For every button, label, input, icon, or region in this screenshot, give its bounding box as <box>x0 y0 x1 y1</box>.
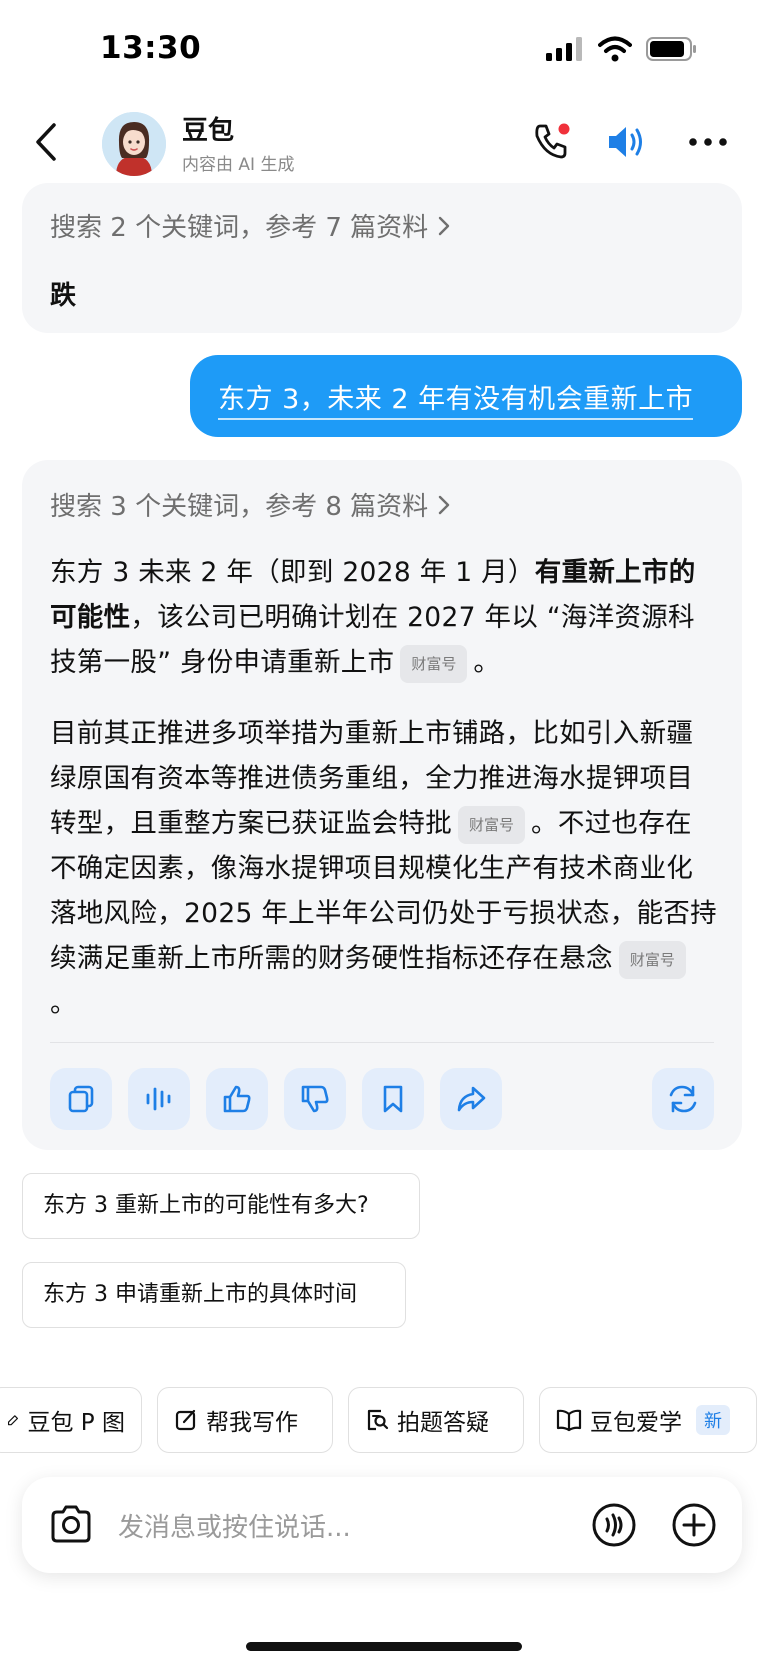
camera-button[interactable] <box>46 1499 96 1549</box>
search-sources-link[interactable]: 搜索 3 个关键词，参考 8 篇资料 <box>50 486 450 523</box>
shortcut-chips: 豆包 P 图 帮我写作 拍题答疑 豆包爱学 新 <box>0 1387 768 1453</box>
more-dots-icon <box>689 138 727 146</box>
chevron-right-icon <box>438 495 450 514</box>
copy-button[interactable] <box>50 1068 112 1130</box>
answer-text-span: 东方 3 未来 2 年（即到 2028 年 1 月） <box>50 557 535 588</box>
suggested-question[interactable]: 东方 3 申请重新上市的具体时间 <box>22 1262 406 1328</box>
shortcut-image-edit[interactable]: 豆包 P 图 <box>0 1387 142 1453</box>
bookmark-icon <box>383 1085 403 1113</box>
phone-icon <box>535 123 570 159</box>
back-button[interactable] <box>26 118 66 166</box>
voice-call-button[interactable] <box>590 1501 638 1549</box>
status-bar: 13:30 <box>0 0 768 100</box>
camera-icon <box>51 1505 91 1543</box>
speaker-button[interactable] <box>605 120 649 164</box>
shortcut-label: 帮我写作 <box>206 1410 298 1436</box>
source-tag[interactable]: 财富号 <box>458 805 526 844</box>
edit-pen-icon <box>175 1409 196 1431</box>
bookmark-button[interactable] <box>362 1068 424 1130</box>
shortcut-label: 豆包 P 图 <box>27 1410 126 1436</box>
new-badge: 新 <box>696 1405 730 1435</box>
status-time: 13:30 <box>100 30 202 66</box>
answer-paragraph: 目前其正推进多项举措为重新上市铺路，比如引入新疆绿原国有资本等推进债务重组，全力… <box>50 711 718 1026</box>
chevron-left-icon <box>36 123 56 161</box>
assistant-reply-text: 跌 <box>50 281 77 311</box>
shortcut-label: 拍题答疑 <box>397 1410 489 1436</box>
like-button[interactable] <box>206 1068 268 1130</box>
battery-icon <box>646 37 696 61</box>
refresh-icon <box>669 1085 697 1113</box>
assistant-message-card: 搜索 2 个关键词，参考 7 篇资料 跌 <box>22 183 742 333</box>
answer-paragraph: 东方 3 未来 2 年（即到 2028 年 1 月）有重新上市的可能性，该公司已… <box>50 550 718 685</box>
answer-text-span: ，该公司已明确计划在 2027 年以 “海洋资源科技第一股” 身份申请重新上市 <box>50 602 695 678</box>
wifi-icon <box>598 36 632 62</box>
copy-icon <box>68 1085 94 1113</box>
speaker-volume-icon <box>609 127 642 157</box>
chat-header: 豆包 内容由 AI 生成 <box>0 100 768 184</box>
home-indicator <box>246 1642 522 1651</box>
phone-call-button[interactable] <box>530 120 574 164</box>
answer-text-span: 。 <box>50 988 77 1019</box>
shortcut-writing[interactable]: 帮我写作 <box>157 1387 333 1453</box>
voice-wave-icon <box>146 1087 171 1111</box>
thumbs-up-icon <box>223 1085 251 1113</box>
thumbs-down-icon <box>301 1085 329 1113</box>
share-button[interactable] <box>440 1068 502 1130</box>
assistant-answer-card: 搜索 3 个关键词，参考 8 篇资料 东方 3 未来 2 年（即到 2028 年… <box>22 460 742 1150</box>
avatar-portrait-icon <box>102 112 166 176</box>
suggested-question[interactable]: 东方 3 重新上市的可能性有多大? <box>22 1173 420 1239</box>
search-sources-link[interactable]: 搜索 2 个关键词，参考 7 篇资料 <box>50 207 450 244</box>
more-attachments-button[interactable] <box>670 1501 718 1549</box>
open-book-icon <box>556 1409 582 1432</box>
chevron-right-icon <box>438 216 450 235</box>
source-tag[interactable]: 财富号 <box>400 644 468 683</box>
ai-disclaimer: 内容由 AI 生成 <box>182 155 295 175</box>
dislike-button[interactable] <box>284 1068 346 1130</box>
shortcut-photo-question[interactable]: 拍题答疑 <box>348 1387 524 1453</box>
answer-text: 东方 3 未来 2 年（即到 2028 年 1 月）有重新上市的可能性，该公司已… <box>50 550 718 1026</box>
plus-circle-icon <box>672 1503 716 1547</box>
cellular-signal-icon <box>546 37 582 61</box>
bot-name[interactable]: 豆包 <box>182 110 234 147</box>
scan-search-icon <box>367 1409 389 1431</box>
more-options-button[interactable] <box>686 120 730 164</box>
read-aloud-button[interactable] <box>128 1068 190 1130</box>
share-icon <box>457 1086 486 1112</box>
search-summary-text: 搜索 2 个关键词，参考 7 篇资料 <box>50 213 429 243</box>
search-summary-text: 搜索 3 个关键词，参考 8 篇资料 <box>50 492 429 522</box>
status-icons <box>546 36 698 62</box>
user-message-text: 东方 3，未来 2 年有没有机会重新上市 <box>218 377 694 420</box>
shortcut-label: 豆包爱学 <box>590 1410 682 1436</box>
message-actions <box>50 1068 502 1130</box>
voice-waves-icon <box>592 1503 636 1547</box>
regenerate-button[interactable] <box>652 1068 714 1130</box>
card-divider <box>50 1042 714 1043</box>
message-input[interactable]: 发消息或按住说话... <box>118 1507 351 1544</box>
message-composer: 发消息或按住说话... <box>22 1477 742 1573</box>
shortcut-learning[interactable]: 豆包爱学 新 <box>539 1387 757 1453</box>
bot-avatar[interactable] <box>102 112 166 176</box>
answer-text-span: 。 <box>473 647 501 678</box>
source-tag[interactable]: 财富号 <box>618 940 686 979</box>
image-edit-icon <box>7 1415 18 1426</box>
user-message-bubble[interactable]: 东方 3，未来 2 年有没有机会重新上市 <box>190 355 742 437</box>
